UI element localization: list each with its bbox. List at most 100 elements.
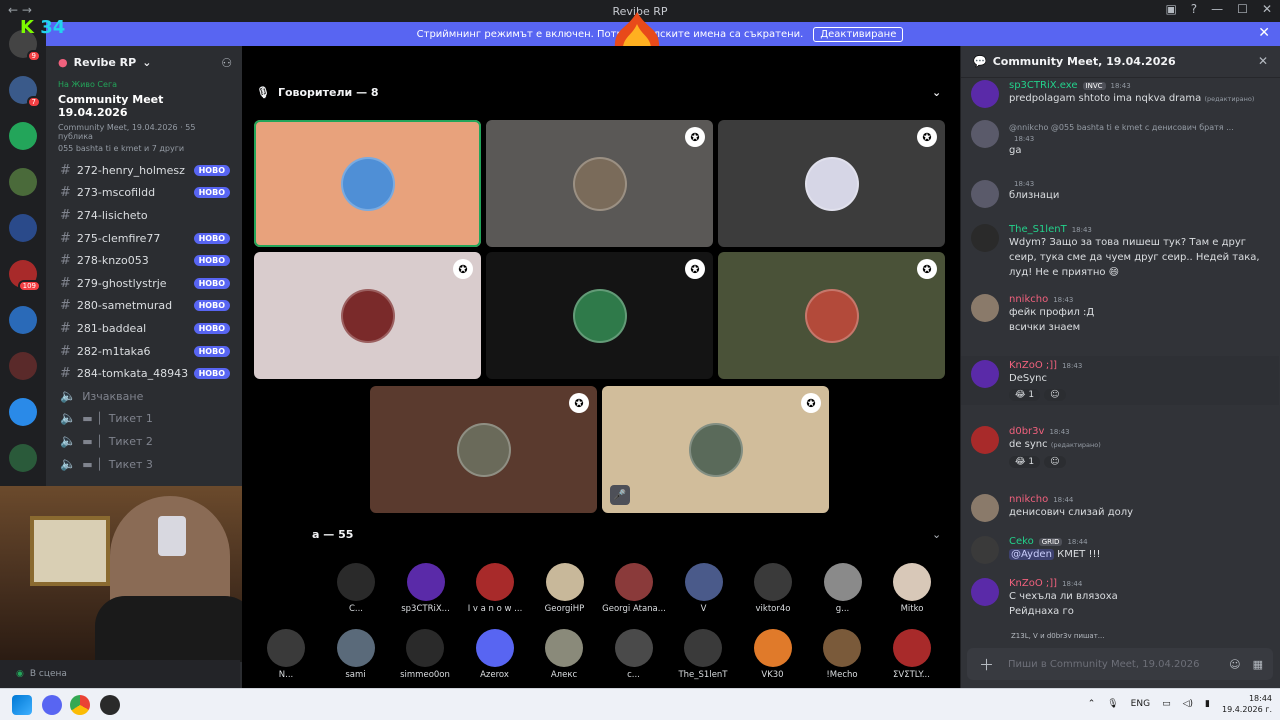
close-window-button[interactable]: ✕ xyxy=(1262,2,1272,16)
message-input[interactable]: ＋ Пиши в Community Meet, 19.04.2026 ☺ ▦ xyxy=(967,648,1273,680)
username[interactable]: nnikcho xyxy=(1009,494,1048,505)
user-mention[interactable]: @Ayden xyxy=(1009,549,1054,560)
maximize-button[interactable]: ☐ xyxy=(1237,2,1248,16)
server-icon[interactable] xyxy=(9,168,37,196)
audience-member[interactable]: sami xyxy=(322,629,390,680)
channel-item[interactable]: #284-tomkata_48943 НОВО xyxy=(46,362,242,385)
voice-channel-item[interactable]: 🔈 ▬ │ Тикет 1 xyxy=(46,408,242,431)
server-icon[interactable]: 7 xyxy=(9,76,41,108)
channel-item[interactable]: #281-baddeal НОВО xyxy=(46,317,242,340)
close-chat-button[interactable]: ✕ xyxy=(1258,54,1268,68)
apps-icon[interactable]: ▦ xyxy=(1253,658,1263,671)
speaker-tile[interactable]: ✪ 🎤 xyxy=(602,386,829,513)
volume-icon[interactable]: ◁) xyxy=(1183,699,1193,709)
chat-message[interactable]: d0br3v 18:43 de sync (редактирано) 😂 1 ☺ xyxy=(971,426,1271,468)
chat-message[interactable]: nnikcho 18:44 денисович слизай долу xyxy=(971,494,1271,522)
audience-member[interactable]: C... xyxy=(322,563,390,614)
speaker-tile[interactable]: ✪ xyxy=(254,252,481,379)
chat-message[interactable]: Ceko GRID 18:44 @Ayden КМЕТ !!! xyxy=(971,536,1271,564)
obs-icon[interactable] xyxy=(100,695,120,715)
voice-channel-item[interactable]: 🔈 ▬ │ Тикет 3 xyxy=(46,453,242,476)
audience-member[interactable]: I v a n o w ... xyxy=(461,563,529,614)
audience-member[interactable]: GeorgiHP xyxy=(531,563,599,614)
close-icon[interactable]: ✕ xyxy=(1258,25,1270,41)
audience-member[interactable]: simmeo0on xyxy=(391,629,459,680)
username[interactable]: KnZoO ;]] xyxy=(1009,578,1057,589)
audience-member[interactable]: c... xyxy=(600,629,668,680)
channel-item[interactable]: #278-knzo053 НОВО xyxy=(46,249,242,272)
username[interactable]: KnZoO ;]] xyxy=(1009,360,1057,371)
speaker-tile[interactable]: ✪ xyxy=(718,252,945,379)
chat-message[interactable]: @nnikcho @055 bashta ti e kmet с денисов… xyxy=(971,120,1271,158)
audience-member[interactable]: Алекс xyxy=(530,629,598,680)
windows-start-icon[interactable] xyxy=(12,695,32,715)
chrome-icon[interactable] xyxy=(70,695,90,715)
inbox-icon[interactable]: ▣ xyxy=(1165,2,1176,16)
voice-channel-item[interactable]: 🔈 Изчакване xyxy=(46,385,242,408)
speaker-tile[interactable] xyxy=(254,120,481,247)
channel-item[interactable]: #282-m1taka6 НОВО xyxy=(46,340,242,363)
audience-member[interactable]: VK30 xyxy=(739,629,807,680)
chevron-up-icon[interactable]: ⌃ xyxy=(1088,699,1096,709)
chat-message[interactable]: The_S1lenT 18:43 Wdym? Защо за това пишеш … xyxy=(971,224,1271,280)
minimize-button[interactable]: — xyxy=(1211,2,1223,16)
server-icon[interactable] xyxy=(9,352,37,380)
battery-icon[interactable]: ▮ xyxy=(1205,699,1210,709)
username[interactable]: d0br3v xyxy=(1009,426,1044,437)
language-indicator[interactable]: ENG xyxy=(1131,699,1150,709)
clock[interactable]: 18:44 19.4.2026 г. xyxy=(1222,693,1272,715)
server-icon[interactable]: 109 xyxy=(9,260,41,292)
chevron-down-icon[interactable]: ⌄ xyxy=(932,86,941,99)
voice-channel-item[interactable]: 🔈 ▬ │ Тикет 2 xyxy=(46,430,242,453)
speaker-tile[interactable]: ✪ xyxy=(718,120,945,247)
help-icon[interactable]: ? xyxy=(1191,2,1197,16)
add-attachment-button[interactable]: ＋ xyxy=(979,654,994,675)
server-icon[interactable] xyxy=(9,214,37,242)
audience-member[interactable]: !Mecho xyxy=(808,629,876,680)
channel-item[interactable]: #274-lisicheto xyxy=(46,204,242,227)
chat-message[interactable]: 18:43 близнаци xyxy=(971,180,1271,208)
chat-message[interactable]: KnZoO ;]] 18:44 С чехъла ли влязоха Рейднах… xyxy=(971,578,1271,619)
back-forward-icon[interactable]: ← → xyxy=(8,3,32,17)
audience-member[interactable]: V xyxy=(670,563,738,614)
discord-icon[interactable] xyxy=(42,695,62,715)
channel-item[interactable]: #280-sametmurad НОВО xyxy=(46,295,242,318)
chat-message[interactable]: nnikcho 18:43 фейк профил :Д всички знаем xyxy=(971,294,1271,335)
audience-member[interactable]: viktor4o xyxy=(739,563,807,614)
channel-item[interactable]: #279-ghostlystrje НОВО xyxy=(46,272,242,295)
audience-member[interactable]: Mitko xyxy=(878,563,946,614)
audience-member[interactable]: sp3CTRiX... xyxy=(392,563,460,614)
add-reaction-icon[interactable]: ☺ xyxy=(1044,456,1066,468)
audience-member[interactable]: Azerox xyxy=(461,629,529,680)
deactivate-button[interactable]: Деактивиране xyxy=(813,26,904,42)
username[interactable]: The_S1lenT xyxy=(1009,224,1067,235)
username[interactable]: nnikcho xyxy=(1009,294,1048,305)
channel-item[interactable]: #272-henry_holmesz НОВО xyxy=(46,159,242,182)
username[interactable]: Ceko xyxy=(1009,536,1034,547)
network-icon[interactable]: ▭ xyxy=(1162,699,1171,709)
server-icon[interactable] xyxy=(9,122,37,150)
speaker-tile[interactable]: ✪ xyxy=(486,252,713,379)
server-icon[interactable] xyxy=(9,444,37,472)
add-reaction-icon[interactable]: ☺ xyxy=(1044,389,1066,401)
channel-item[interactable]: #273-mscofildd НОВО xyxy=(46,182,242,205)
reaction[interactable]: 😂 1 xyxy=(1009,456,1041,468)
audience-member[interactable]: Georgi Atana... xyxy=(600,563,668,614)
audience-member[interactable]: N... xyxy=(252,629,320,680)
server-icon[interactable] xyxy=(9,398,37,426)
live-event-card[interactable]: На Живо Сега Community Meet 19.04.2026 C… xyxy=(46,78,242,157)
emoji-icon[interactable]: ☺ xyxy=(1229,658,1240,671)
mic-tray-icon[interactable]: 🎙 xyxy=(1107,699,1118,709)
chat-message[interactable]: KnZoO ;]] 18:43 DeSync 😂 1 ☺ xyxy=(961,356,1279,405)
server-icon[interactable] xyxy=(9,306,37,334)
username[interactable]: sp3CTRiX.exe xyxy=(1009,80,1078,91)
chevron-down-icon[interactable]: ⌄ xyxy=(932,528,941,541)
audience-member[interactable]: The_S1lenT xyxy=(669,629,737,680)
invite-icon[interactable]: ⚇ xyxy=(221,56,232,70)
speaker-tile[interactable]: ✪ xyxy=(486,120,713,247)
channel-item[interactable]: #275-clemfire77 НОВО xyxy=(46,227,242,250)
audience-member[interactable]: g... xyxy=(809,563,877,614)
audience-member[interactable]: ΣVΣTLY... xyxy=(878,629,946,680)
reaction[interactable]: 😂 1 xyxy=(1009,389,1041,401)
server-header[interactable]: ● Revibe RP ⌄ ⚇ xyxy=(46,46,242,78)
